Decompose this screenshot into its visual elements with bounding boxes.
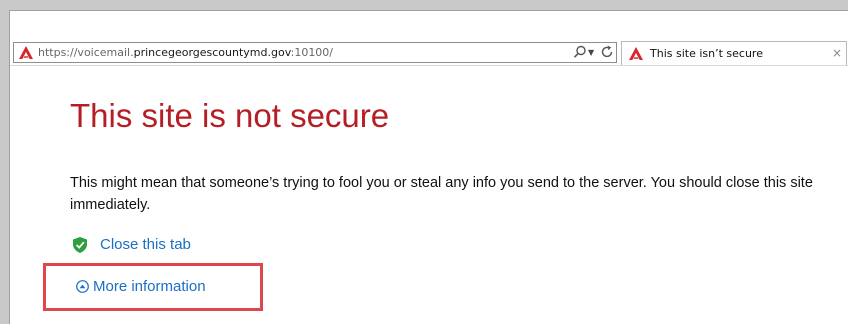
expand-circle-icon: [76, 280, 89, 293]
close-tab-label[interactable]: Close this tab: [100, 235, 191, 255]
shield-check-icon: [73, 237, 87, 253]
url-suffix: :10100/: [290, 46, 334, 59]
page-title: This site is not secure: [70, 97, 390, 134]
url-prefix: https://voicemail.: [38, 46, 134, 59]
address-bar[interactable]: https://voicemail.princegeorgescountymd.…: [13, 42, 617, 63]
chevron-down-icon[interactable]: ▼: [588, 46, 594, 60]
browser-toolbar: https://voicemail.princegeorgescountymd.…: [10, 39, 848, 66]
tab-title: This site isn’t secure: [650, 47, 763, 60]
warning-icon: [19, 46, 33, 59]
warning-description: This might mean that someone’s trying to…: [70, 175, 813, 213]
refresh-icon[interactable]: [600, 45, 614, 59]
url-domain: princegeorgescountymd.gov: [133, 46, 291, 59]
more-information-label[interactable]: More information: [93, 277, 206, 297]
url-text[interactable]: https://voicemail.princegeorgescountymd.…: [38, 46, 333, 59]
tab-current[interactable]: This site isn’t secure ×: [621, 41, 847, 65]
close-icon[interactable]: ×: [832, 46, 842, 60]
browser-window: https://voicemail.princegeorgescountymd.…: [9, 10, 848, 324]
warning-icon: [629, 47, 643, 60]
search-icon[interactable]: [573, 45, 587, 59]
